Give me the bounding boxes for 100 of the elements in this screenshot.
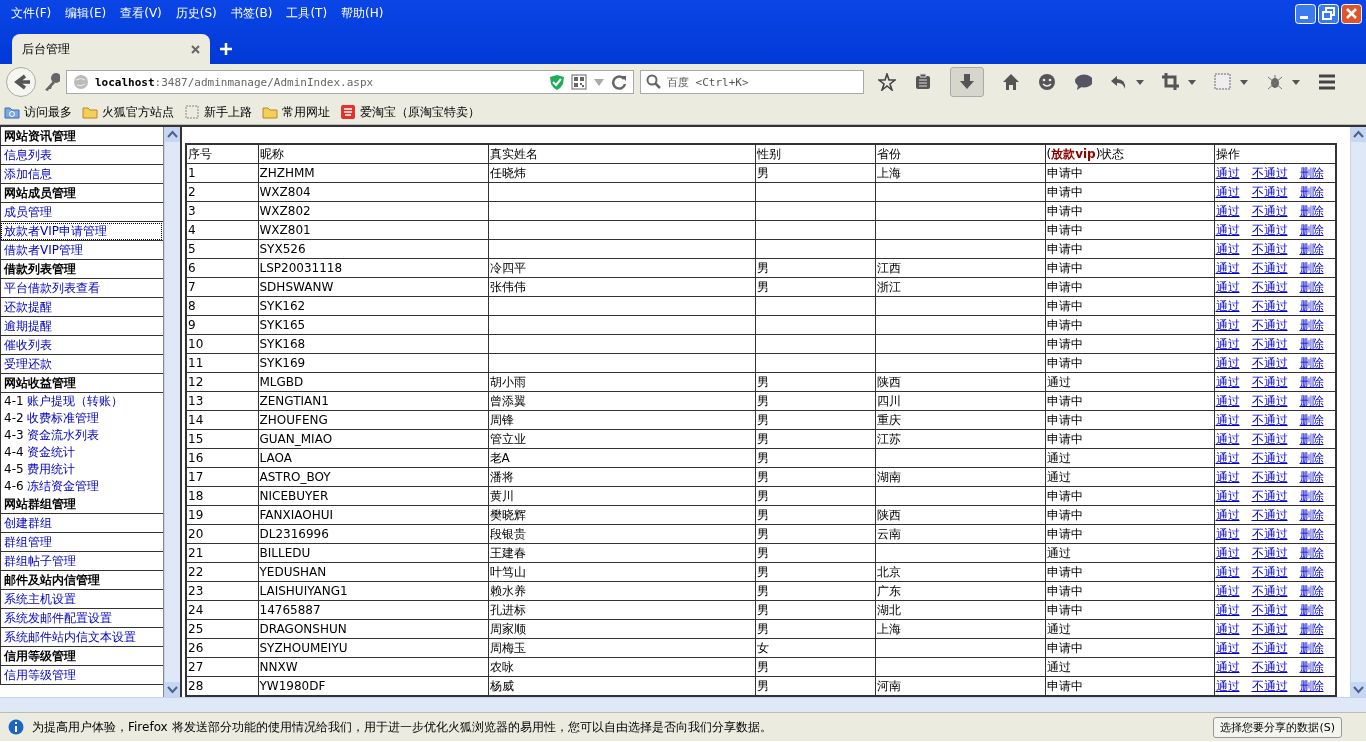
sidebar-link[interactable]: 信息列表 bbox=[0, 146, 163, 165]
sidebar-link[interactable]: 平台借款列表查看 bbox=[0, 279, 163, 298]
sidebar-link[interactable]: 逾期提醒 bbox=[0, 317, 163, 336]
action-link[interactable]: 删除 bbox=[1299, 393, 1324, 408]
action-link[interactable]: 删除 bbox=[1299, 184, 1324, 199]
action-link[interactable]: 通过 bbox=[1215, 298, 1240, 313]
horizontal-scrollbar[interactable] bbox=[0, 697, 1366, 712]
bookmark-item[interactable]: 爱淘宝（原淘宝特卖） bbox=[340, 103, 480, 121]
sidebar-link[interactable]: 信用等级管理 bbox=[0, 666, 163, 685]
download-button[interactable] bbox=[950, 67, 984, 97]
menu-item[interactable]: 编辑(E) bbox=[58, 4, 114, 22]
dropdown-icon[interactable] bbox=[1188, 79, 1196, 85]
action-link[interactable]: 删除 bbox=[1299, 526, 1324, 541]
action-link[interactable]: 删除 bbox=[1299, 355, 1324, 370]
dropdown-icon[interactable] bbox=[1240, 79, 1248, 85]
dropdown-icon[interactable] bbox=[1136, 79, 1144, 85]
action-link[interactable]: 删除 bbox=[1299, 431, 1324, 446]
menu-item[interactable]: 历史(S) bbox=[168, 4, 224, 22]
home-icon[interactable] bbox=[1002, 73, 1020, 91]
action-link[interactable]: 通过 bbox=[1215, 355, 1240, 370]
action-link[interactable]: 不通过 bbox=[1251, 450, 1288, 465]
menu-item[interactable]: 查看(V) bbox=[113, 4, 169, 22]
action-link[interactable]: 通过 bbox=[1215, 317, 1240, 332]
qr-code-icon[interactable] bbox=[571, 74, 587, 90]
action-link[interactable]: 删除 bbox=[1299, 260, 1324, 275]
action-link[interactable]: 通过 bbox=[1215, 260, 1240, 275]
action-link[interactable]: 删除 bbox=[1299, 450, 1324, 465]
action-link[interactable]: 删除 bbox=[1299, 165, 1324, 180]
action-link[interactable]: 通过 bbox=[1215, 222, 1240, 237]
bookmark-item[interactable]: 火狐官方站点 bbox=[82, 103, 174, 121]
sidebar-link[interactable]: 4-5 费用统计 bbox=[0, 461, 163, 478]
action-link[interactable]: 删除 bbox=[1299, 298, 1324, 313]
action-link[interactable]: 不通过 bbox=[1251, 564, 1288, 579]
download-icon[interactable] bbox=[958, 73, 976, 91]
scroll-down-icon[interactable] bbox=[1351, 682, 1366, 697]
action-link[interactable]: 通过 bbox=[1215, 393, 1240, 408]
sidebar-link[interactable]: 催收列表 bbox=[0, 336, 163, 355]
menu-item[interactable]: 文件(F) bbox=[4, 4, 59, 22]
search-field[interactable]: 百度 <Ctrl+K> bbox=[640, 70, 864, 94]
action-link[interactable]: 不通过 bbox=[1251, 374, 1288, 389]
action-link[interactable]: 不通过 bbox=[1251, 355, 1288, 370]
action-link[interactable]: 不通过 bbox=[1251, 583, 1288, 598]
action-link[interactable]: 删除 bbox=[1299, 545, 1324, 560]
bug-icon[interactable] bbox=[1266, 73, 1284, 91]
scrollbar[interactable] bbox=[164, 127, 180, 697]
sidebar-link[interactable]: 系统主机设置 bbox=[0, 590, 163, 609]
crop-icon[interactable] bbox=[1162, 73, 1180, 91]
shield-icon[interactable] bbox=[549, 73, 565, 91]
minimize-button[interactable] bbox=[1295, 4, 1316, 24]
reload-icon[interactable] bbox=[611, 74, 627, 90]
scroll-up-icon[interactable] bbox=[165, 127, 180, 142]
action-link[interactable]: 不通过 bbox=[1251, 184, 1288, 199]
close-button[interactable] bbox=[1341, 4, 1362, 24]
action-link[interactable]: 不通过 bbox=[1251, 317, 1288, 332]
sidebar-link[interactable]: 系统发邮件配置设置 bbox=[0, 609, 163, 628]
sidebar-link[interactable]: 群组管理 bbox=[0, 533, 163, 552]
action-link[interactable]: 通过 bbox=[1215, 241, 1240, 256]
action-link[interactable]: 不通过 bbox=[1251, 298, 1288, 313]
dropdown-icon[interactable] bbox=[1292, 79, 1300, 85]
action-link[interactable]: 不通过 bbox=[1251, 678, 1288, 693]
action-link[interactable]: 删除 bbox=[1299, 621, 1324, 636]
sidebar-link[interactable]: 4-3 资金流水列表 bbox=[0, 427, 163, 444]
action-link[interactable]: 不通过 bbox=[1251, 659, 1288, 674]
menu-item[interactable]: 帮助(H) bbox=[334, 4, 391, 22]
action-link[interactable]: 通过 bbox=[1215, 583, 1240, 598]
sidebar-link[interactable]: 添加信息 bbox=[0, 165, 163, 184]
sidebar-link[interactable]: 系统邮件站内信文本设置 bbox=[0, 628, 163, 647]
action-link[interactable]: 通过 bbox=[1215, 165, 1240, 180]
action-link[interactable]: 不通过 bbox=[1251, 222, 1288, 237]
action-link[interactable]: 通过 bbox=[1215, 469, 1240, 484]
action-link[interactable]: 删除 bbox=[1299, 279, 1324, 294]
action-link[interactable]: 删除 bbox=[1299, 469, 1324, 484]
bookmark-item[interactable]: 新手上路 bbox=[184, 103, 252, 121]
action-link[interactable]: 删除 bbox=[1299, 488, 1324, 503]
action-link[interactable]: 通过 bbox=[1215, 659, 1240, 674]
bookmark-item[interactable]: 访问最多 bbox=[4, 103, 72, 121]
action-link[interactable]: 不通过 bbox=[1251, 412, 1288, 427]
chat-bubble-icon[interactable] bbox=[1074, 73, 1092, 91]
action-link[interactable]: 通过 bbox=[1215, 640, 1240, 655]
sidebar-link[interactable]: 创建群组 bbox=[0, 514, 163, 533]
action-link[interactable]: 不通过 bbox=[1251, 203, 1288, 218]
sidebar-link[interactable]: 成员管理 bbox=[0, 203, 163, 222]
share-data-button[interactable]: 选择您要分享的数据(S) bbox=[1213, 716, 1342, 738]
sidebar-link[interactable]: 4-4 资金统计 bbox=[0, 444, 163, 461]
action-link[interactable]: 通过 bbox=[1215, 621, 1240, 636]
reader-icon[interactable] bbox=[914, 73, 932, 91]
action-link[interactable]: 删除 bbox=[1299, 203, 1324, 218]
action-link[interactable]: 不通过 bbox=[1251, 640, 1288, 655]
action-link[interactable]: 删除 bbox=[1299, 678, 1324, 693]
action-link[interactable]: 通过 bbox=[1215, 488, 1240, 503]
action-link[interactable]: 删除 bbox=[1299, 507, 1324, 522]
action-link[interactable]: 通过 bbox=[1215, 564, 1240, 579]
action-link[interactable]: 删除 bbox=[1299, 583, 1324, 598]
action-link[interactable]: 通过 bbox=[1215, 545, 1240, 560]
action-link[interactable]: 删除 bbox=[1299, 374, 1324, 389]
scroll-up-icon[interactable] bbox=[1351, 127, 1366, 142]
undo-icon[interactable] bbox=[1110, 73, 1128, 91]
key-icon[interactable] bbox=[42, 72, 60, 92]
action-link[interactable]: 不通过 bbox=[1251, 241, 1288, 256]
smiley-icon[interactable] bbox=[1038, 73, 1056, 91]
